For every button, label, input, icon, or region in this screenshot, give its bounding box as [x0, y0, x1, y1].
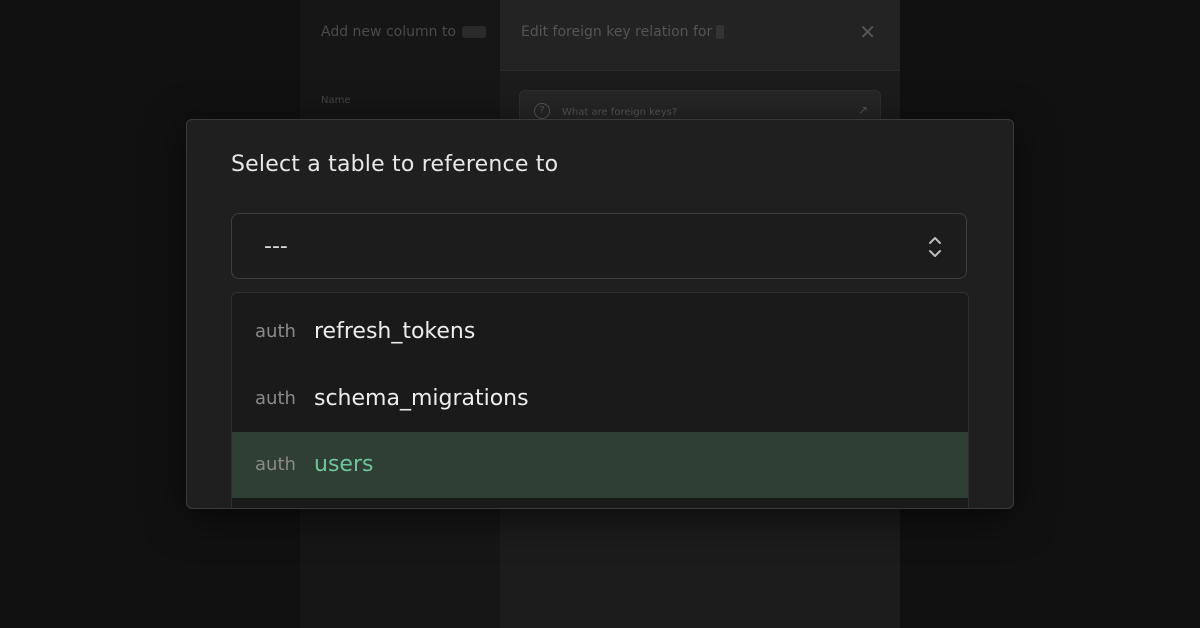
select-value: ---: [264, 234, 288, 259]
add-column-title: Add new column to: [321, 24, 486, 40]
chevron-up-down-icon: [929, 237, 941, 257]
option-users[interactable]: auth users: [232, 432, 968, 498]
option-table-name: users: [314, 452, 374, 477]
table-name-chip: [461, 26, 486, 38]
foreign-key-info-text: What are foreign keys?: [562, 107, 678, 118]
option-refresh-tokens[interactable]: auth refresh_tokens: [232, 299, 968, 365]
option-table-name: schema_migrations: [314, 386, 529, 411]
table-dropdown-list: auth refresh_tokens auth schema_migratio…: [231, 292, 969, 508]
option-table-name: refresh_tokens: [314, 319, 476, 344]
option-schema: auth: [255, 321, 296, 342]
close-icon[interactable]: ✕: [859, 20, 876, 44]
option-schema: auth: [255, 388, 296, 409]
external-link-icon: ↗: [857, 103, 868, 117]
option-schema: auth: [255, 454, 296, 475]
table-select[interactable]: ---: [231, 213, 967, 279]
option-schema-migrations[interactable]: auth schema_migrations: [232, 366, 968, 432]
question-icon: ?: [534, 103, 550, 119]
foreign-key-title: Edit foreign key relation for: [521, 24, 725, 40]
foreign-key-header: Edit foreign key relation for ✕: [500, 0, 900, 71]
name-field-label: Name: [321, 95, 351, 106]
table-select-modal: Select a table to reference to --- auth …: [186, 119, 1014, 509]
modal-title: Select a table to reference to: [231, 152, 559, 177]
column-name-chip: [716, 25, 725, 39]
